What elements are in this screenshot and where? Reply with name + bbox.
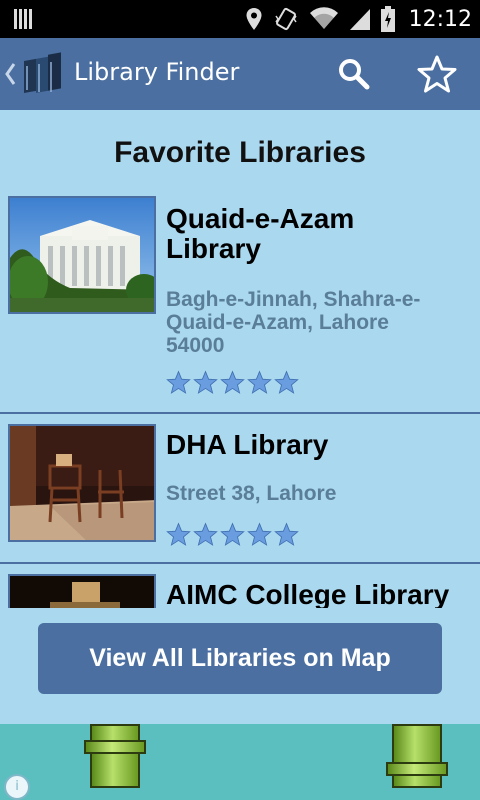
- star-filled-icon: [274, 370, 299, 394]
- pipe-graphic: [386, 762, 448, 776]
- library-address: Bagh-e-Jinnah, Shahra-e- Quaid-e-Azam, L…: [166, 288, 466, 357]
- address-line: Bagh-e-Jinnah, Shahra-e-: [166, 288, 421, 311]
- search-icon[interactable]: [336, 56, 372, 92]
- pipe-graphic: [90, 724, 140, 788]
- library-card[interactable]: DHA Library Street 38, Lahore: [0, 424, 480, 564]
- app-title: Library Finder: [74, 58, 240, 86]
- star-filled-icon: [220, 370, 245, 394]
- star-filled-icon: [166, 370, 191, 394]
- view-map-button[interactable]: View All Libraries on Map: [38, 623, 442, 694]
- signal-icon: [349, 9, 370, 30]
- sim-icon: [14, 9, 36, 29]
- action-bar: Library Finder: [0, 38, 480, 110]
- star-filled-icon: [274, 522, 299, 546]
- star-icon[interactable]: [416, 54, 458, 94]
- ad-banner[interactable]: i: [0, 724, 480, 800]
- pipe-graphic: [392, 724, 442, 788]
- location-icon: [246, 8, 262, 30]
- star-filled-icon: [220, 522, 245, 546]
- page-title: Favorite Libraries: [114, 136, 366, 169]
- star-filled-icon: [193, 522, 218, 546]
- address-line: Quaid-e-Azam, Lahore: [166, 311, 389, 334]
- library-card[interactable]: Quaid-e-Azam Library Bagh-e-Jinnah, Shah…: [0, 196, 480, 410]
- books-logo-icon[interactable]: [18, 50, 66, 98]
- divider: [0, 562, 480, 564]
- wifi-icon: [309, 7, 338, 29]
- battery-icon: [380, 6, 395, 32]
- pipe-graphic: [84, 740, 146, 754]
- divider: [0, 412, 480, 414]
- vibrate-icon: [274, 7, 297, 31]
- library-photo: [8, 196, 156, 314]
- library-address: Street 38, Lahore: [166, 482, 337, 505]
- star-filled-icon: [193, 370, 218, 394]
- library-name: DHA Library: [166, 429, 329, 460]
- clock: 12:12: [408, 6, 472, 32]
- star-filled-icon: [166, 522, 191, 546]
- library-photo: [8, 574, 156, 608]
- library-photo: [8, 424, 156, 542]
- star-rating: [166, 370, 299, 398]
- library-name-line: Library: [166, 233, 261, 264]
- library-name: Quaid-e-Azam Library: [166, 204, 466, 264]
- back-chevron-icon[interactable]: [4, 60, 16, 88]
- address-line: 54000: [166, 334, 225, 357]
- star-filled-icon: [247, 522, 272, 546]
- status-bar: 12:12: [0, 0, 480, 38]
- library-card[interactable]: AIMC College Library: [0, 574, 480, 608]
- star-filled-icon: [247, 370, 272, 394]
- favorites-screen: Favorite Libraries Quaid-e-Azam Library …: [0, 110, 480, 724]
- library-name-line: Quaid-e-Azam: [166, 203, 355, 234]
- star-rating: [166, 522, 299, 550]
- library-name: AIMC College Library: [166, 579, 450, 609]
- ad-info-icon[interactable]: i: [4, 774, 30, 800]
